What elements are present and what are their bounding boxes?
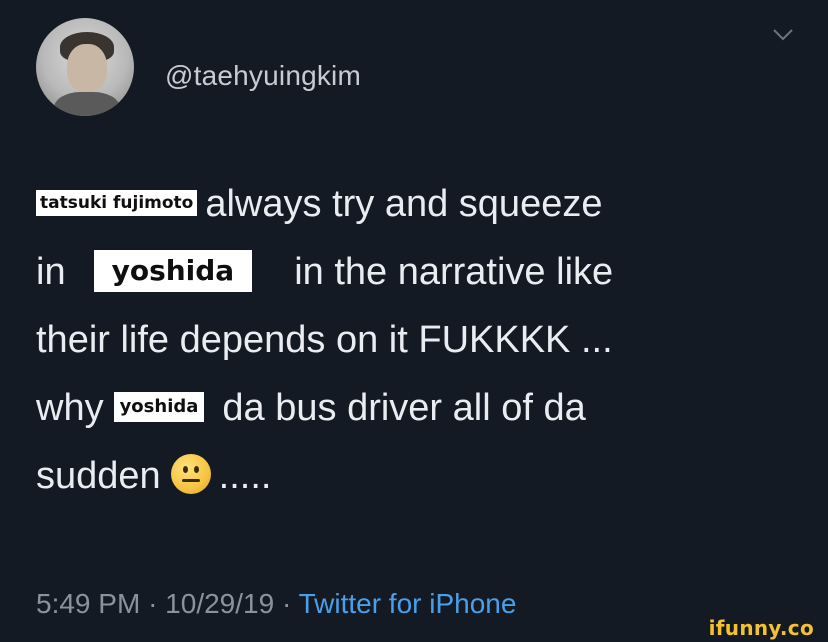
tweet-line: their life depends on it FUKKKK ... (36, 306, 796, 374)
tweet-line: sudden..... (36, 442, 796, 510)
avatar-body (54, 92, 120, 116)
tweet-text-segment: why (36, 387, 104, 429)
name-sticker: yoshida (93, 249, 253, 292)
tweet-line: why yoshida da bus driver all of da (36, 374, 796, 442)
tweet-text-segment: ..... (218, 455, 272, 497)
meta-separator: · (281, 588, 292, 619)
ifunny-logo: ifunny.co (708, 616, 814, 640)
tweet-text-segment: da bus driver all of da (222, 387, 586, 429)
tweet-text-segment: in (36, 251, 66, 293)
tweet-text-segment: sudden (36, 455, 161, 497)
tweet-line: tatsuki fujimoto always try and squeeze (36, 170, 796, 238)
avatar[interactable] (36, 18, 134, 116)
tweet-text: tatsuki fujimoto always try and squeeze i… (36, 170, 796, 510)
chevron-down-icon[interactable] (772, 28, 794, 42)
tweet-text-segment: in the narrative like (294, 251, 614, 293)
tweet-text-segment: their life depends on it FUKKKK ... (36, 319, 613, 361)
watermark-bar: ifunny.co (0, 616, 828, 642)
avatar-face (67, 44, 107, 92)
tweet-meta: 5:49 PM · 10/29/19 · Twitter for iPhone (36, 588, 516, 620)
tweet-date: 10/29/19 (165, 588, 275, 619)
meta-separator: · (148, 588, 158, 619)
name-sticker: yoshida (113, 391, 205, 422)
tweet-time: 5:49 PM (36, 588, 141, 619)
tweet-line: in yoshida in the narrative like (36, 238, 796, 306)
name-sticker: tatsuki fujimoto (36, 189, 198, 216)
neutral-face-emoji-icon (170, 453, 211, 494)
user-handle[interactable]: @taehyuingkim (165, 60, 361, 92)
tweet-source-link[interactable]: Twitter for iPhone (299, 588, 517, 619)
tweet-text-segment: always try and squeeze (205, 183, 603, 225)
